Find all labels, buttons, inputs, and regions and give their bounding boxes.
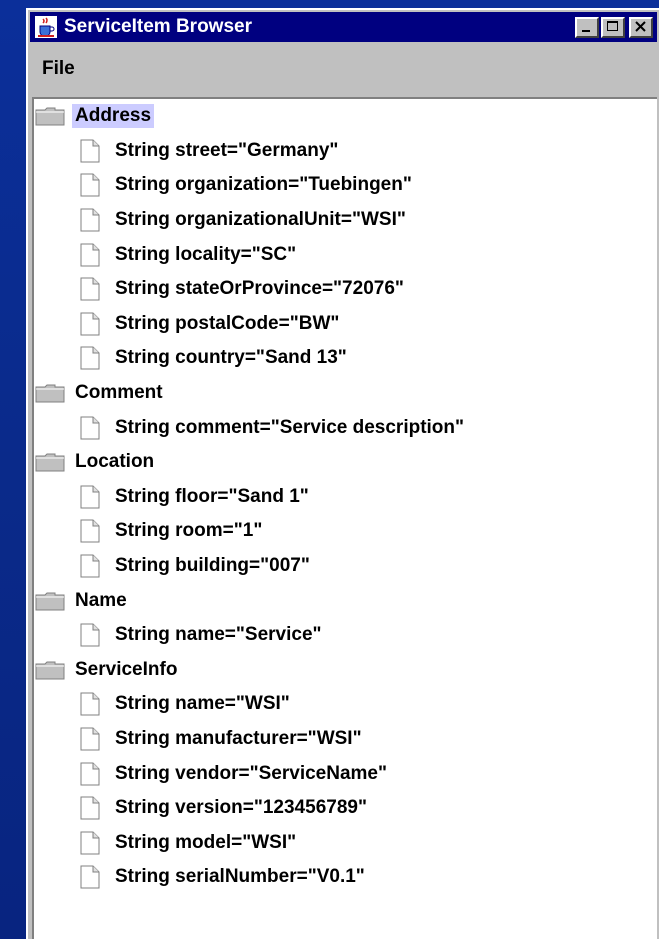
tree-leaf-label: String floor="Sand 1": [115, 485, 309, 507]
tree-leaf-item[interactable]: String manufacturer="WSI": [34, 722, 657, 757]
document-icon: [74, 519, 106, 543]
folder-icon: [34, 382, 66, 404]
menu-file[interactable]: File: [40, 56, 77, 82]
tree-leaf-label: String room="1": [115, 520, 263, 542]
document-icon: [74, 208, 106, 232]
tree-leaf-label: String locality="SC": [115, 243, 297, 265]
document-icon: [74, 243, 106, 267]
document-icon: [74, 727, 106, 751]
serviceitem-browser-window: ServiceItem Browser File Address String …: [26, 8, 659, 939]
tree-leaf-item[interactable]: String serialNumber="V0.1": [34, 860, 657, 895]
tree-leaf-item[interactable]: String model="WSI": [34, 825, 657, 860]
tree-leaf-label: String model="WSI": [115, 831, 297, 853]
java-cup-icon[interactable]: [34, 15, 58, 39]
tree-root: Address String street="Germany" String org…: [34, 99, 657, 895]
tree-folder-location[interactable]: Location: [34, 445, 657, 480]
document-icon: [74, 312, 106, 336]
tree-folder-label: Address: [72, 104, 155, 129]
tree-leaf-item[interactable]: String vendor="ServiceName": [34, 756, 657, 791]
document-icon: [74, 416, 106, 440]
tree-folder-label: Name: [75, 589, 127, 611]
folder-icon: [34, 105, 66, 127]
tree-leaf-label: String organizationalUnit="WSI": [115, 209, 406, 231]
tree-leaf-label: String name="WSI": [115, 693, 290, 715]
close-icon: [635, 21, 646, 32]
tree-leaf-item[interactable]: String building="007": [34, 549, 657, 584]
tree-leaf-item[interactable]: String comment="Service description": [34, 410, 657, 445]
tree-leaf-label: String organization="Tuebingen": [115, 174, 412, 196]
tree-leaf-label: String comment="Service description": [115, 416, 465, 438]
title-bar[interactable]: ServiceItem Browser: [30, 12, 657, 42]
document-icon: [74, 139, 106, 163]
tree-leaf-label: String vendor="ServiceName": [115, 762, 387, 784]
tree-leaf-label: String postalCode="BW": [115, 312, 340, 334]
tree-leaf-label: String serialNumber="V0.1": [115, 866, 365, 888]
tree-leaf-item[interactable]: String locality="SC": [34, 237, 657, 272]
document-icon: [74, 173, 106, 197]
tree-leaf-item[interactable]: String street="Germany": [34, 134, 657, 169]
maximize-icon: [607, 21, 618, 31]
tree-folder-label: Comment: [75, 382, 163, 404]
document-icon: [74, 485, 106, 509]
document-icon: [74, 623, 106, 647]
tree-leaf-label: String stateOrProvince="72076": [115, 278, 404, 300]
folder-icon: [34, 590, 66, 612]
tree-leaf-label: String manufacturer="WSI": [115, 727, 362, 749]
maximize-button[interactable]: [601, 16, 625, 38]
tree-leaf-item[interactable]: String room="1": [34, 514, 657, 549]
document-icon: [74, 831, 106, 855]
tree-leaf-item[interactable]: String name="WSI": [34, 687, 657, 722]
tree-folder-name[interactable]: Name: [34, 583, 657, 618]
tree-leaf-label: String country="Sand 13": [115, 347, 347, 369]
tree-leaf-item[interactable]: String country="Sand 13": [34, 341, 657, 376]
tree-leaf-item[interactable]: String organizationalUnit="WSI": [34, 203, 657, 238]
service-tree[interactable]: Address String street="Germany" String org…: [32, 97, 657, 939]
tree-folder-serviceinfo[interactable]: ServiceInfo: [34, 653, 657, 688]
tree-folder-label: Location: [75, 451, 155, 473]
document-icon: [74, 865, 106, 889]
document-icon: [74, 346, 106, 370]
tree-leaf-item[interactable]: String name="Service": [34, 618, 657, 653]
minimize-icon: [582, 30, 590, 32]
menu-bar: File: [30, 44, 657, 94]
tree-leaf-label: String name="Service": [115, 624, 322, 646]
document-icon: [74, 762, 106, 786]
tree-leaf-label: String building="007": [115, 555, 310, 577]
document-icon: [74, 554, 106, 578]
window-controls: [575, 16, 653, 38]
tree-leaf-label: String version="123456789": [115, 797, 367, 819]
tree-leaf-item[interactable]: String organization="Tuebingen": [34, 168, 657, 203]
tree-leaf-item[interactable]: String postalCode="BW": [34, 307, 657, 342]
document-icon: [74, 277, 106, 301]
tree-folder-label: ServiceInfo: [75, 658, 178, 680]
tree-leaf-item[interactable]: String version="123456789": [34, 791, 657, 826]
window-title: ServiceItem Browser: [64, 16, 252, 37]
close-button[interactable]: [629, 16, 653, 38]
document-icon: [74, 796, 106, 820]
tree-folder-address[interactable]: Address: [34, 99, 657, 134]
folder-icon: [34, 659, 66, 681]
tree-folder-comment[interactable]: Comment: [34, 376, 657, 411]
tree-leaf-item[interactable]: String stateOrProvince="72076": [34, 272, 657, 307]
tree-leaf-item[interactable]: String floor="Sand 1": [34, 480, 657, 515]
tree-leaf-label: String street="Germany": [115, 139, 339, 161]
folder-icon: [34, 451, 66, 473]
minimize-button[interactable]: [575, 16, 599, 38]
document-icon: [74, 692, 106, 716]
